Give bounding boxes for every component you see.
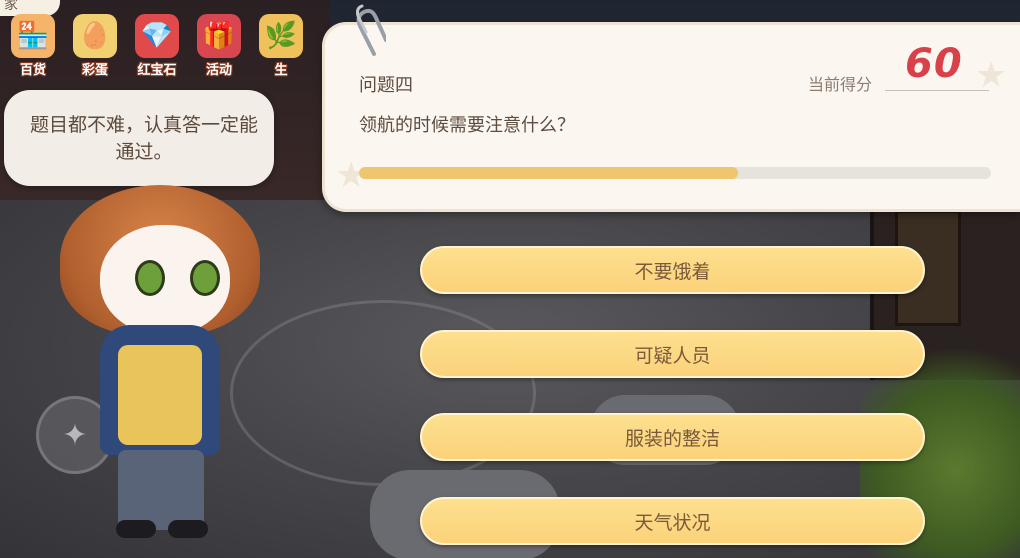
answer-option-4[interactable]: 天气状况 — [420, 497, 925, 545]
npc-dialog-text: 题目都不难，认真答一定能通过。 — [29, 114, 258, 163]
top-left-tab-label: 家 — [4, 0, 18, 13]
score-underline — [885, 90, 989, 91]
answer-option-2[interactable]: 可疑人员 — [420, 330, 925, 378]
menu-item-shop[interactable]: 🏪 百货 — [8, 14, 58, 78]
answer-option-1[interactable]: 不要饿着 — [420, 246, 925, 294]
npc-character[interactable] — [40, 185, 270, 545]
quiz-progress-bar — [359, 167, 991, 179]
question-title: 问题四 — [359, 75, 413, 96]
menu-item-label: 彩蛋 — [81, 63, 108, 78]
character-shoe — [168, 520, 208, 538]
character-vest — [118, 345, 202, 445]
top-menu: 🏪 百货 🥚 彩蛋 💎 红宝石 🎁 活动 🌿 生 — [8, 14, 306, 78]
leaf-icon: 🌿 — [259, 14, 303, 58]
answer-label: 天气状况 — [634, 511, 711, 534]
character-shoe — [116, 520, 156, 538]
menu-item-life[interactable]: 🌿 生 — [256, 14, 306, 78]
answer-label: 可疑人员 — [634, 344, 711, 367]
score-label: 当前得分 — [808, 75, 873, 94]
answer-label: 服装的整洁 — [624, 427, 720, 450]
paperclip-icon — [356, 4, 386, 56]
menu-item-label: 红宝石 — [137, 63, 177, 78]
menu-item-label: 百货 — [19, 63, 46, 78]
question-panel: ★ ★ 问题四 领航的时候需要注意什么？ 当前得分 60 — [322, 22, 1020, 212]
menu-item-event[interactable]: 🎁 活动 — [194, 14, 244, 78]
menu-item-egg[interactable]: 🥚 彩蛋 — [70, 14, 120, 78]
character-eye — [135, 260, 165, 296]
answer-option-3[interactable]: 服装的整洁 — [420, 413, 925, 461]
score-value: 60 — [905, 41, 963, 87]
menu-item-label: 生 — [274, 63, 288, 78]
character-legs — [118, 450, 204, 530]
gem-icon: 💎 — [135, 14, 179, 58]
egg-icon: 🥚 — [73, 14, 117, 58]
quiz-progress-fill — [359, 167, 739, 179]
shop-icon: 🏪 — [11, 14, 55, 58]
gift-icon: 🎁 — [197, 14, 241, 58]
question-text: 领航的时候需要注意什么？ — [359, 115, 575, 136]
character-eye — [190, 260, 220, 296]
menu-item-label: 活动 — [205, 63, 232, 78]
answer-label: 不要饿着 — [634, 260, 711, 283]
menu-item-gem[interactable]: 💎 红宝石 — [132, 14, 182, 78]
npc-dialog-bubble: 题目都不难，认真答一定能通过。 — [4, 90, 274, 186]
